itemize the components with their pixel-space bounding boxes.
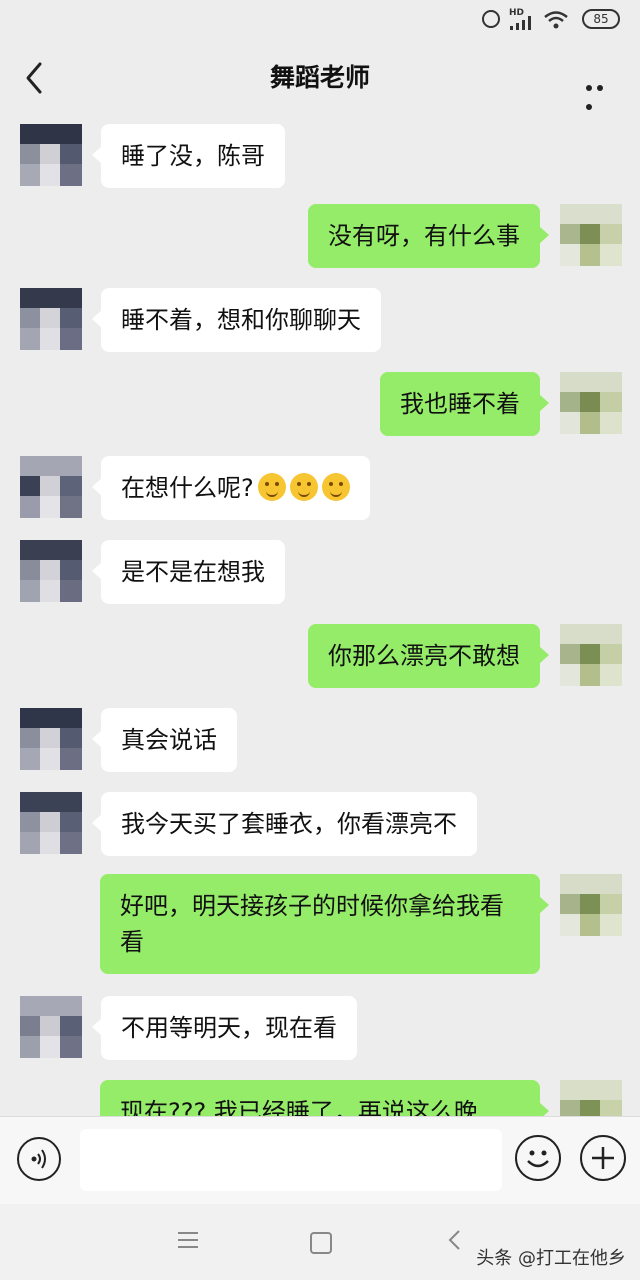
- outgoing-message[interactable]: 现在??? 我已经睡了，再说这么晚: [100, 1080, 549, 1116]
- my-avatar[interactable]: [560, 624, 622, 686]
- incoming-message[interactable]: 是不是在想我: [92, 540, 285, 604]
- incoming-message[interactable]: 我今天买了套睡衣，你看漂亮不: [92, 792, 477, 856]
- incoming-message[interactable]: 真会说话: [92, 708, 237, 772]
- battery-level: 85: [593, 12, 609, 26]
- message-text: 是不是在想我: [121, 558, 265, 586]
- battery-icon: 85: [582, 9, 620, 29]
- message-text: 不用等明天，现在看: [121, 1014, 337, 1042]
- outgoing-message[interactable]: 你那么漂亮不敢想: [308, 624, 549, 688]
- contact-avatar[interactable]: [20, 456, 82, 518]
- watermark: 头条 @打工在他乡: [476, 1248, 626, 1269]
- contact-avatar[interactable]: [20, 792, 82, 854]
- message-text: 好吧，明天接孩子的时候你拿给我看看: [120, 892, 504, 956]
- message-text: 睡了没，陈哥: [121, 142, 265, 170]
- my-avatar[interactable]: [560, 204, 622, 266]
- chat-header: 舞蹈老师: [0, 40, 640, 116]
- message-text: 我今天买了套睡衣，你看漂亮不: [121, 810, 457, 838]
- my-avatar[interactable]: [560, 1080, 622, 1116]
- emoji-button-icon[interactable]: [515, 1135, 561, 1181]
- chat-title: 舞蹈老师: [269, 63, 370, 92]
- message-list[interactable]: 睡了没，陈哥 没有呀，有什么事 睡不着，想和你聊聊天 我也睡不着 在想什么呢? …: [0, 116, 640, 1116]
- hug-face-emoji-icon: [257, 473, 286, 501]
- message-text: 我也睡不着: [400, 390, 520, 418]
- message-text: 真会说话: [121, 726, 217, 754]
- message-text: 没有呀，有什么事: [328, 222, 520, 250]
- contact-avatar[interactable]: [20, 288, 82, 350]
- status-bar: HD 85: [0, 0, 640, 40]
- message-text: 你那么漂亮不敢想: [328, 642, 520, 670]
- contact-avatar[interactable]: [20, 540, 82, 602]
- contact-avatar[interactable]: [20, 708, 82, 770]
- message-input[interactable]: [80, 1129, 502, 1191]
- signal-icon: [510, 16, 531, 30]
- my-avatar[interactable]: [560, 372, 622, 434]
- incoming-message[interactable]: 睡了没，陈哥: [92, 124, 285, 188]
- voice-input-icon[interactable]: [17, 1137, 61, 1181]
- alarm-icon: [482, 10, 500, 28]
- message-text: 睡不着，想和你聊聊天: [121, 306, 361, 334]
- system-back-icon[interactable]: [445, 1228, 465, 1252]
- hug-face-emoji-icon: [289, 473, 318, 501]
- incoming-message[interactable]: 睡不着，想和你聊聊天: [92, 288, 381, 352]
- outgoing-message[interactable]: 没有呀，有什么事: [308, 204, 549, 268]
- incoming-message[interactable]: 在想什么呢?: [92, 456, 370, 520]
- outgoing-message[interactable]: 好吧，明天接孩子的时候你拿给我看看: [100, 874, 549, 974]
- incoming-message[interactable]: 不用等明天，现在看: [92, 996, 357, 1060]
- home-icon[interactable]: [310, 1232, 332, 1254]
- input-bar: [0, 1116, 640, 1205]
- message-text: 现在??? 我已经睡了，再说这么晚: [120, 1098, 478, 1116]
- contact-avatar[interactable]: [20, 124, 82, 186]
- hug-face-emoji-icon: [321, 473, 350, 501]
- more-options-icon[interactable]: [586, 76, 618, 110]
- wifi-icon: [544, 11, 568, 29]
- my-avatar[interactable]: [560, 874, 622, 936]
- contact-avatar[interactable]: [20, 996, 82, 1058]
- message-text: 在想什么呢?: [121, 474, 254, 502]
- menu-icon[interactable]: [178, 1232, 198, 1253]
- outgoing-message[interactable]: 我也睡不着: [380, 372, 549, 436]
- plus-icon[interactable]: [580, 1135, 626, 1181]
